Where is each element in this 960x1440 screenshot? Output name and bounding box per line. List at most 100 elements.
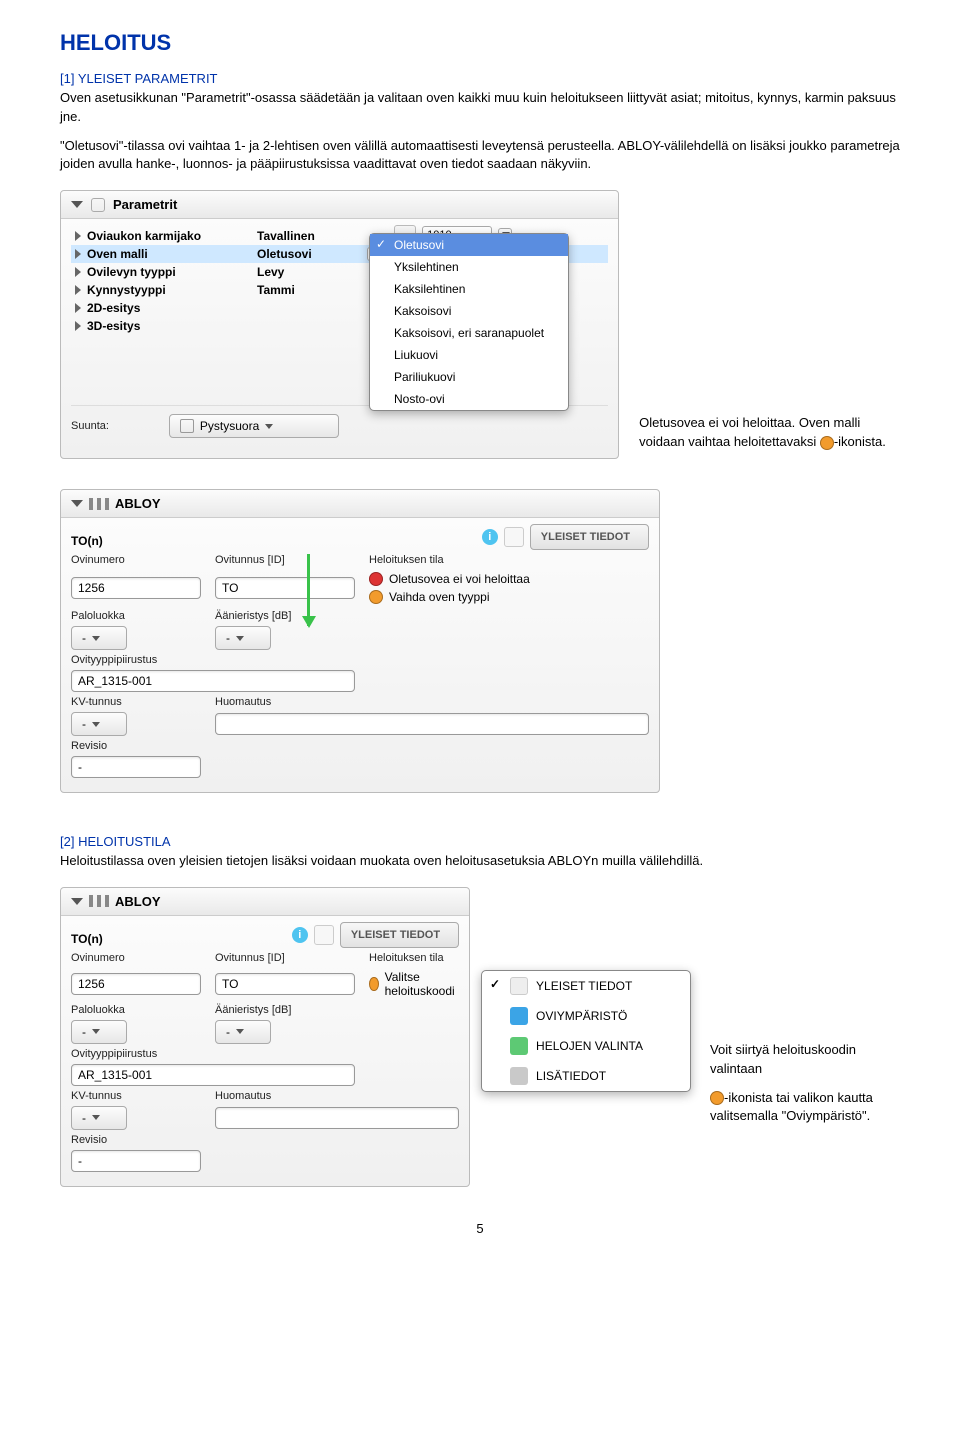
disclosure-icon[interactable] [71,898,83,905]
param-label: 3D-esitys [87,319,257,333]
expand-icon[interactable] [75,249,81,259]
paloluokka-label: Paloluokka [71,610,201,622]
info-icon[interactable]: i [292,927,308,943]
param-label: Kynnystyyppi [87,283,257,297]
kv-label: KV-tunnus [71,1090,201,1102]
swap-icon[interactable] [369,590,383,604]
tab-menu-item[interactable]: OVIYMPÄRISTÖ [482,1001,690,1031]
ovityyppi-label: Ovityyppipiirustus [71,654,649,666]
dropdown-item[interactable]: Kaksilehtinen [370,278,568,300]
intro-para-1: Oven asetusikkunan "Parametrit"-osassa s… [60,90,896,124]
expand-icon[interactable] [75,267,81,277]
suunta-label: Suunta: [71,420,109,432]
aanier-label: Äänieristys [dB] [215,1004,355,1016]
revisio-input[interactable] [71,756,201,778]
intro-para-2: "Oletusovi"-tilassa ovi vaihtaa 1- ja 2-… [60,137,900,175]
chevron-down-icon [265,424,273,429]
tab-menu-item[interactable]: HELOJEN VALINTA [482,1031,690,1061]
ovitunnus-input[interactable] [215,973,355,995]
menu-item-icon [510,1067,528,1085]
param-label: Oviaukon karmijako [87,229,257,243]
page-title: HELOITUS [60,30,900,56]
parametrit-panel: Parametrit Oviaukon karmijako Tavallinen… [60,190,619,459]
param-value: Tammi [257,283,367,297]
ovinumero-label: Ovinumero [71,554,201,566]
caption-a: Oletusovea ei voi heloittaa. Oven malli … [639,414,900,452]
paloluokka-label: Paloluokka [71,1004,201,1016]
param-value: Levy [257,265,367,279]
status-text-2: Vaihda oven tyyppi [389,590,490,604]
paloluokka-dropdown[interactable]: - [71,626,127,650]
ovinumero-label: Ovinumero [71,952,201,964]
tab-menu-popover[interactable]: YLEISET TIEDOTOVIYMPÄRISTÖHELOJEN VALINT… [481,970,691,1092]
abloy-panel-2: ABLOY TO(n) i YLEISET TIEDOT YLEISET TIE… [60,887,470,1187]
expand-icon[interactable] [75,321,81,331]
swap-icon[interactable] [369,977,379,991]
abloy-panel-1: ABLOY TO(n) i YLEISET TIEDOT Ovinumero O… [60,489,660,793]
dropdown-item[interactable]: Nosto-ovi [370,388,568,410]
aanier-label: Äänieristys [dB] [215,610,355,622]
huomautus-label: Huomautus [215,696,649,708]
section1-intro: [1] YLEISET PARAMETRIT Oven asetusikkuna… [60,70,900,127]
page-number: 5 [60,1221,900,1236]
oven-malli-dropdown[interactable]: OletusoviYksilehtinenKaksilehtinenKaksoi… [369,233,569,411]
menu-item-icon [510,1037,528,1055]
expand-icon[interactable] [75,303,81,313]
ovitunnus-label: Ovitunnus [ID] [215,952,355,964]
huomautus-label: Huomautus [215,1090,459,1102]
aanier-dropdown[interactable]: - [215,1020,271,1044]
disclosure-icon[interactable] [71,201,83,208]
tab-yleiset-tiedot[interactable]: YLEISET TIEDOT [530,524,649,550]
param-icon [91,198,105,212]
disclosure-icon[interactable] [71,500,83,507]
ovitunnus-label: Ovitunnus [ID] [215,554,355,566]
kv-dropdown[interactable]: - [71,712,127,736]
dropdown-item[interactable]: Kaksoisovi [370,300,568,322]
tab-menu-item[interactable]: YLEISET TIEDOT [482,971,690,1001]
suunta-icon [180,419,194,433]
param-label: Oven malli [87,247,257,261]
abloy-icon [89,498,109,510]
ovityyppi-input[interactable] [71,1064,355,1086]
pencil-icon[interactable] [504,527,524,547]
revisio-label: Revisio [71,740,649,752]
menu-item-icon [510,1007,528,1025]
ovityyppi-input[interactable] [71,670,355,692]
dropdown-item[interactable]: Liukuovi [370,344,568,366]
kv-dropdown[interactable]: - [71,1106,127,1130]
abloy-icon [89,895,109,907]
huomautus-input[interactable] [215,1107,459,1129]
dropdown-item[interactable]: Oletusovi [370,234,568,256]
abloy-title: ABLOY [115,894,161,909]
dropdown-item[interactable]: Kaksoisovi, eri saranapuolet [370,322,568,344]
suunta-dropdown[interactable]: Pystysuora [169,414,339,438]
annotation-arrow [307,554,310,626]
heloituksen-tila-label: Heloituksen tila [369,554,649,566]
heloituksen-tila-label: Heloituksen tila [369,952,459,964]
ovinumero-input[interactable] [71,577,201,599]
status-text: Valitse heloituskoodi [385,970,459,998]
tab-menu-item[interactable]: LISÄTIEDOT [482,1061,690,1091]
huomautus-input[interactable] [215,713,649,735]
abloy-title: ABLOY [115,496,161,511]
param-value: Oletusovi [257,247,367,261]
revisio-label: Revisio [71,1134,459,1146]
ovityyppi-label: Ovityyppipiirustus [71,1048,459,1060]
swap-icon [710,1091,724,1105]
kv-label: KV-tunnus [71,696,201,708]
ovinumero-input[interactable] [71,973,201,995]
tab-yleiset-tiedot[interactable]: YLEISET TIEDOT [340,922,459,948]
panel-title: Parametrit [113,197,177,212]
aanier-dropdown[interactable]: - [215,626,271,650]
menu-item-icon [510,977,528,995]
dropdown-item[interactable]: Pariliukuovi [370,366,568,388]
section2-intro: [2] HELOITUSTILA Heloitustilassa oven yl… [60,833,900,871]
dropdown-item[interactable]: Yksilehtinen [370,256,568,278]
ovitunnus-input[interactable] [215,577,355,599]
expand-icon[interactable] [75,285,81,295]
paloluokka-dropdown[interactable]: - [71,1020,127,1044]
expand-icon[interactable] [75,231,81,241]
revisio-input[interactable] [71,1150,201,1172]
info-icon[interactable]: i [482,529,498,545]
pencil-icon[interactable] [314,925,334,945]
